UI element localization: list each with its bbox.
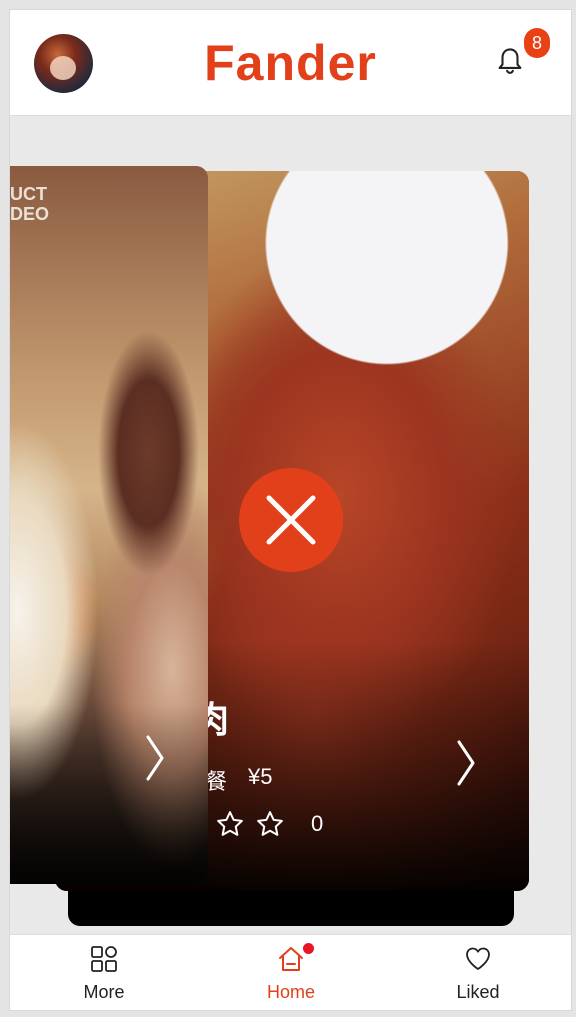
close-icon <box>266 495 316 545</box>
notification-dot <box>303 943 314 954</box>
bell-icon[interactable] <box>496 46 524 76</box>
tab-home[interactable]: Home <box>231 935 351 1010</box>
heart-icon <box>466 947 490 970</box>
swiped-card: UCT DEO <box>10 166 208 884</box>
bottom-tab-bar: More Home Liked <box>10 934 571 1010</box>
app-window: Fander 8 肉 餐 ¥5 0 UCT DEO More Home Like… <box>9 9 572 1011</box>
dislike-button[interactable] <box>239 468 343 572</box>
chevron-right-icon[interactable] <box>145 734 165 782</box>
rating-count: 0 <box>311 811 324 836</box>
tab-more-label: More <box>83 982 125 1002</box>
rating-stars <box>215 809 285 839</box>
star-outline-icon <box>217 811 243 836</box>
tab-liked[interactable]: Liked <box>418 935 538 1010</box>
tab-home-label: Home <box>266 982 315 1002</box>
star-outline-icon <box>257 811 283 836</box>
grid-icon <box>91 946 117 972</box>
price-label: 餐 <box>205 769 228 794</box>
chevron-right-icon[interactable] <box>456 739 476 787</box>
home-icon <box>279 947 303 971</box>
card-stage: 肉 餐 ¥5 0 UCT DEO <box>10 116 571 936</box>
food-price: ¥5 <box>248 764 273 789</box>
tab-liked-label: Liked <box>456 982 500 1002</box>
poster-text-art: UCT DEO <box>10 184 50 224</box>
notification-badge: 8 <box>524 28 550 58</box>
app-title: Fander <box>204 35 377 91</box>
header: Fander 8 <box>10 10 571 116</box>
tab-more[interactable]: More <box>44 935 164 1010</box>
